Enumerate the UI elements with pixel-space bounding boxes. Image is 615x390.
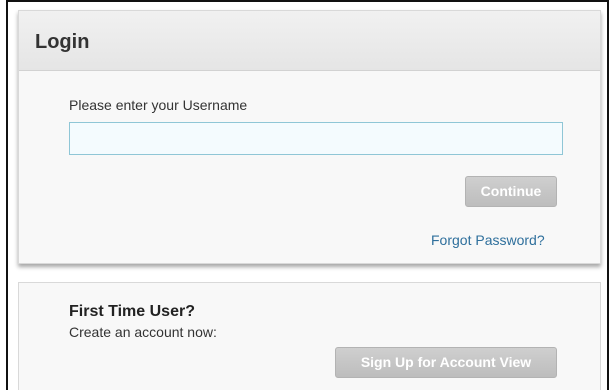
signup-panel: First Time User? Create an account now: … [18, 282, 601, 390]
page-frame: Login Please enter your Username Continu… [6, 0, 609, 390]
signup-subtitle: Create an account now: [69, 324, 217, 340]
login-header: Login [19, 11, 600, 71]
signup-button[interactable]: Sign Up for Account View [335, 347, 557, 378]
login-title: Login [35, 31, 90, 53]
continue-button[interactable]: Continue [465, 176, 557, 207]
username-label: Please enter your Username [69, 97, 248, 113]
username-input[interactable] [69, 122, 563, 155]
login-panel: Login Please enter your Username Continu… [18, 10, 601, 264]
signup-title: First Time User? [69, 303, 195, 320]
forgot-password-link[interactable]: Forgot Password? [431, 232, 545, 248]
